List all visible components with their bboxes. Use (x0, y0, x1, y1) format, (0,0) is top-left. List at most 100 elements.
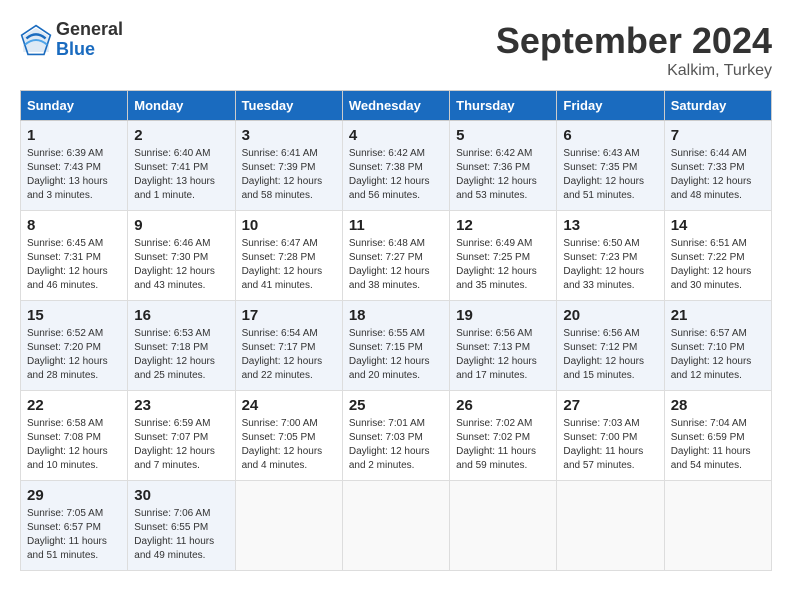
calendar-row: 1 Sunrise: 6:39 AMSunset: 7:43 PMDayligh… (21, 121, 772, 211)
day-info: Sunrise: 6:54 AMSunset: 7:17 PMDaylight:… (242, 327, 336, 383)
header-saturday: Saturday (664, 91, 771, 121)
day-info: Sunrise: 7:05 AMSunset: 6:57 PMDaylight:… (27, 507, 121, 563)
page-header: General Blue September 2024 Kalkim, Turk… (20, 20, 772, 80)
day-number: 14 (671, 217, 765, 234)
table-row: 19 Sunrise: 6:56 AMSunset: 7:13 PMDaylig… (450, 301, 557, 391)
header-tuesday: Tuesday (235, 91, 342, 121)
day-number: 21 (671, 307, 765, 324)
day-info: Sunrise: 6:55 AMSunset: 7:15 PMDaylight:… (349, 327, 443, 383)
table-row: 30 Sunrise: 7:06 AMSunset: 6:55 PMDaylig… (128, 481, 235, 571)
table-row: 18 Sunrise: 6:55 AMSunset: 7:15 PMDaylig… (342, 301, 449, 391)
table-row: 27 Sunrise: 7:03 AMSunset: 7:00 PMDaylig… (557, 391, 664, 481)
day-number: 7 (671, 127, 765, 144)
day-number: 6 (563, 127, 657, 144)
day-info: Sunrise: 6:56 AMSunset: 7:13 PMDaylight:… (456, 327, 550, 383)
table-row (450, 481, 557, 571)
day-info: Sunrise: 6:45 AMSunset: 7:31 PMDaylight:… (27, 237, 121, 293)
table-row: 12 Sunrise: 6:49 AMSunset: 7:25 PMDaylig… (450, 211, 557, 301)
day-info: Sunrise: 6:49 AMSunset: 7:25 PMDaylight:… (456, 237, 550, 293)
table-row: 16 Sunrise: 6:53 AMSunset: 7:18 PMDaylig… (128, 301, 235, 391)
day-info: Sunrise: 7:00 AMSunset: 7:05 PMDaylight:… (242, 417, 336, 473)
day-info: Sunrise: 6:57 AMSunset: 7:10 PMDaylight:… (671, 327, 765, 383)
day-number: 11 (349, 217, 443, 234)
header-monday: Monday (128, 91, 235, 121)
table-row: 28 Sunrise: 7:04 AMSunset: 6:59 PMDaylig… (664, 391, 771, 481)
table-row: 20 Sunrise: 6:56 AMSunset: 7:12 PMDaylig… (557, 301, 664, 391)
calendar-table: Sunday Monday Tuesday Wednesday Thursday… (20, 90, 772, 571)
table-row: 23 Sunrise: 6:59 AMSunset: 7:07 PMDaylig… (128, 391, 235, 481)
day-info: Sunrise: 6:59 AMSunset: 7:07 PMDaylight:… (134, 417, 228, 473)
calendar-row: 22 Sunrise: 6:58 AMSunset: 7:08 PMDaylig… (21, 391, 772, 481)
calendar-row: 8 Sunrise: 6:45 AMSunset: 7:31 PMDayligh… (21, 211, 772, 301)
day-number: 3 (242, 127, 336, 144)
table-row: 5 Sunrise: 6:42 AMSunset: 7:36 PMDayligh… (450, 121, 557, 211)
table-row: 14 Sunrise: 6:51 AMSunset: 7:22 PMDaylig… (664, 211, 771, 301)
table-row: 8 Sunrise: 6:45 AMSunset: 7:31 PMDayligh… (21, 211, 128, 301)
day-info: Sunrise: 6:40 AMSunset: 7:41 PMDaylight:… (134, 147, 228, 203)
table-row: 6 Sunrise: 6:43 AMSunset: 7:35 PMDayligh… (557, 121, 664, 211)
table-row (342, 481, 449, 571)
day-number: 24 (242, 397, 336, 414)
table-row: 4 Sunrise: 6:42 AMSunset: 7:38 PMDayligh… (342, 121, 449, 211)
month-title: September 2024 (496, 20, 772, 62)
day-info: Sunrise: 6:52 AMSunset: 7:20 PMDaylight:… (27, 327, 121, 383)
table-row: 1 Sunrise: 6:39 AMSunset: 7:43 PMDayligh… (21, 121, 128, 211)
day-info: Sunrise: 6:48 AMSunset: 7:27 PMDaylight:… (349, 237, 443, 293)
table-row: 25 Sunrise: 7:01 AMSunset: 7:03 PMDaylig… (342, 391, 449, 481)
day-info: Sunrise: 6:42 AMSunset: 7:36 PMDaylight:… (456, 147, 550, 203)
day-info: Sunrise: 7:06 AMSunset: 6:55 PMDaylight:… (134, 507, 228, 563)
day-number: 19 (456, 307, 550, 324)
day-number: 25 (349, 397, 443, 414)
title-area: September 2024 Kalkim, Turkey (496, 20, 772, 80)
day-number: 23 (134, 397, 228, 414)
day-info: Sunrise: 6:47 AMSunset: 7:28 PMDaylight:… (242, 237, 336, 293)
table-row: 11 Sunrise: 6:48 AMSunset: 7:27 PMDaylig… (342, 211, 449, 301)
day-number: 2 (134, 127, 228, 144)
day-info: Sunrise: 6:44 AMSunset: 7:33 PMDaylight:… (671, 147, 765, 203)
day-info: Sunrise: 6:42 AMSunset: 7:38 PMDaylight:… (349, 147, 443, 203)
day-number: 10 (242, 217, 336, 234)
table-row: 26 Sunrise: 7:02 AMSunset: 7:02 PMDaylig… (450, 391, 557, 481)
calendar-row: 29 Sunrise: 7:05 AMSunset: 6:57 PMDaylig… (21, 481, 772, 571)
table-row: 13 Sunrise: 6:50 AMSunset: 7:23 PMDaylig… (557, 211, 664, 301)
table-row: 9 Sunrise: 6:46 AMSunset: 7:30 PMDayligh… (128, 211, 235, 301)
day-info: Sunrise: 6:58 AMSunset: 7:08 PMDaylight:… (27, 417, 121, 473)
table-row: 7 Sunrise: 6:44 AMSunset: 7:33 PMDayligh… (664, 121, 771, 211)
table-row: 24 Sunrise: 7:00 AMSunset: 7:05 PMDaylig… (235, 391, 342, 481)
day-info: Sunrise: 6:39 AMSunset: 7:43 PMDaylight:… (27, 147, 121, 203)
day-number: 17 (242, 307, 336, 324)
location: Kalkim, Turkey (496, 62, 772, 80)
day-number: 13 (563, 217, 657, 234)
logo-general: General (56, 20, 123, 40)
table-row: 21 Sunrise: 6:57 AMSunset: 7:10 PMDaylig… (664, 301, 771, 391)
day-number: 12 (456, 217, 550, 234)
day-info: Sunrise: 6:51 AMSunset: 7:22 PMDaylight:… (671, 237, 765, 293)
table-row: 3 Sunrise: 6:41 AMSunset: 7:39 PMDayligh… (235, 121, 342, 211)
day-number: 15 (27, 307, 121, 324)
table-row (235, 481, 342, 571)
header-sunday: Sunday (21, 91, 128, 121)
day-info: Sunrise: 7:02 AMSunset: 7:02 PMDaylight:… (456, 417, 550, 473)
day-info: Sunrise: 6:53 AMSunset: 7:18 PMDaylight:… (134, 327, 228, 383)
day-info: Sunrise: 6:50 AMSunset: 7:23 PMDaylight:… (563, 237, 657, 293)
day-number: 29 (27, 487, 121, 504)
day-number: 18 (349, 307, 443, 324)
logo-blue: Blue (56, 40, 123, 60)
table-row: 29 Sunrise: 7:05 AMSunset: 6:57 PMDaylig… (21, 481, 128, 571)
day-number: 1 (27, 127, 121, 144)
day-number: 27 (563, 397, 657, 414)
header-friday: Friday (557, 91, 664, 121)
logo-text: General Blue (56, 20, 123, 60)
header-wednesday: Wednesday (342, 91, 449, 121)
calendar-header-row: Sunday Monday Tuesday Wednesday Thursday… (21, 91, 772, 121)
day-info: Sunrise: 7:04 AMSunset: 6:59 PMDaylight:… (671, 417, 765, 473)
table-row (664, 481, 771, 571)
day-number: 22 (27, 397, 121, 414)
day-number: 4 (349, 127, 443, 144)
day-number: 20 (563, 307, 657, 324)
day-info: Sunrise: 6:56 AMSunset: 7:12 PMDaylight:… (563, 327, 657, 383)
day-number: 5 (456, 127, 550, 144)
day-info: Sunrise: 7:03 AMSunset: 7:00 PMDaylight:… (563, 417, 657, 473)
calendar-row: 15 Sunrise: 6:52 AMSunset: 7:20 PMDaylig… (21, 301, 772, 391)
logo: General Blue (20, 20, 123, 60)
